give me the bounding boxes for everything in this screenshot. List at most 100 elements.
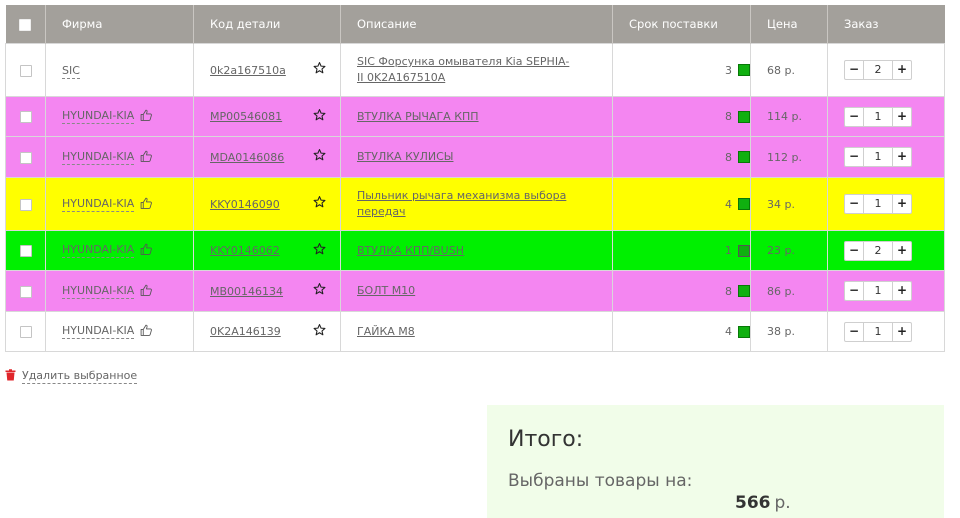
brand-link[interactable]: HYUNDAI-KIA: [62, 243, 135, 258]
total-title: Итого:: [508, 427, 584, 452]
row-checkbox[interactable]: [19, 64, 32, 77]
increment-button[interactable]: +: [893, 323, 911, 341]
delete-selected-label[interactable]: Удалить выбранное: [22, 369, 138, 384]
trash-icon: [5, 369, 16, 384]
thumbs-up-icon[interactable]: [140, 324, 153, 339]
table-row: HYUNDAI-KIA KKY0146062 ВТУЛКА КПП/BUSH 1…: [5, 230, 945, 271]
row-checkbox[interactable]: [19, 198, 32, 211]
star-icon[interactable]: [313, 148, 326, 164]
decrement-button[interactable]: −: [845, 148, 863, 166]
quantity-input[interactable]: 1: [863, 195, 893, 213]
description-link[interactable]: ВТУЛКА РЫЧАГА КПП: [357, 109, 479, 125]
increment-button[interactable]: +: [893, 242, 911, 260]
table-header-row: Фирма Код детали Описание Срок поставки …: [5, 5, 945, 44]
star-icon[interactable]: [313, 108, 326, 124]
star-icon[interactable]: [313, 195, 326, 211]
row-checkbox[interactable]: [19, 151, 32, 164]
delivery-term: 8: [725, 110, 732, 124]
row-checkbox[interactable]: [19, 285, 32, 298]
brand-link[interactable]: SIC: [62, 63, 80, 79]
delete-selected-button[interactable]: Удалить выбранное: [5, 369, 138, 384]
decrement-button[interactable]: −: [845, 282, 863, 300]
description-link[interactable]: ГАЙКА М8: [357, 324, 415, 340]
brand-link[interactable]: HYUNDAI-KIA: [62, 324, 135, 339]
header-description: Описание: [340, 5, 613, 44]
decrement-button[interactable]: −: [845, 242, 863, 260]
row-checkbox[interactable]: [19, 326, 32, 338]
part-code-link[interactable]: 0K2A146139: [210, 325, 281, 338]
cart-table: Фирма Код детали Описание Срок поставки …: [5, 5, 945, 352]
quantity-stepper: −2 +: [844, 60, 912, 80]
star-icon[interactable]: [313, 323, 326, 339]
description-link[interactable]: ВТУЛКА КУЛИСЫ: [357, 149, 453, 165]
increment-button[interactable]: +: [893, 108, 911, 126]
total-amount: 566 р.: [735, 493, 791, 513]
part-code-link[interactable]: KKY0146062: [210, 244, 280, 257]
table-row: HYUNDAI-KIA MP00546081 ВТУЛКА РЫЧАГА КПП…: [5, 96, 945, 137]
header-select-all[interactable]: [5, 5, 46, 44]
decrement-button[interactable]: −: [845, 323, 863, 341]
part-code-link[interactable]: MP00546081: [210, 110, 282, 123]
increment-button[interactable]: +: [893, 282, 911, 300]
description-link[interactable]: SIC Форсунка омывателя Kia SEPHIA-II 0K2…: [357, 54, 572, 86]
table-row: HYUNDAI-KIA MDA0146086 ВТУЛКА КУЛИСЫ 8 1…: [5, 136, 945, 178]
part-code-link[interactable]: MB00146134: [210, 285, 283, 298]
delivery-term: 4: [725, 325, 732, 339]
brand-link[interactable]: HYUNDAI-KIA: [62, 109, 135, 124]
row-checkbox[interactable]: [19, 245, 32, 257]
delivery-term: 8: [725, 284, 732, 298]
select-all-checkbox[interactable]: [19, 18, 32, 31]
availability-indicator: [738, 285, 750, 298]
total-currency: р.: [774, 493, 791, 513]
increment-button[interactable]: +: [893, 195, 911, 213]
description-link[interactable]: БОЛТ М10: [357, 283, 415, 299]
thumbs-up-icon[interactable]: [140, 197, 153, 212]
quantity-input[interactable]: 2: [863, 61, 893, 79]
total-subtitle: Выбраны товары на:: [508, 471, 693, 491]
description-link[interactable]: Пыльник рычага механизма выбора передач: [357, 188, 572, 220]
thumbs-up-icon[interactable]: [140, 150, 153, 165]
header-term: Срок поставки: [612, 5, 751, 44]
availability-indicator: [738, 198, 750, 211]
header-price: Цена: [750, 5, 828, 44]
brand-link[interactable]: HYUNDAI-KIA: [62, 283, 135, 299]
delivery-term: 3: [725, 63, 732, 77]
price: 34 р.: [767, 197, 795, 211]
part-code-link[interactable]: 0k2a167510a: [210, 64, 286, 77]
quantity-input[interactable]: 1: [863, 282, 893, 300]
part-code-link[interactable]: KKY0146090: [210, 198, 280, 211]
quantity-input[interactable]: 2: [863, 241, 893, 260]
decrement-button[interactable]: −: [845, 195, 863, 213]
quantity-input[interactable]: 1: [863, 322, 893, 341]
description-link[interactable]: ВТУЛКА КПП/BUSH: [357, 243, 464, 259]
price: 38 р.: [767, 325, 795, 338]
star-icon[interactable]: [313, 61, 326, 77]
star-icon[interactable]: [313, 242, 326, 258]
quantity-input[interactable]: 1: [863, 107, 893, 126]
availability-indicator: [738, 244, 750, 257]
thumbs-up-icon[interactable]: [140, 109, 153, 124]
quantity-stepper: −1 +: [844, 106, 912, 127]
brand-link[interactable]: HYUNDAI-KIA: [62, 196, 135, 212]
price: 68 р.: [767, 63, 795, 77]
quantity-stepper: −1 +: [844, 194, 912, 214]
increment-button[interactable]: +: [893, 148, 911, 166]
decrement-button[interactable]: −: [845, 61, 863, 79]
thumbs-up-icon[interactable]: [140, 243, 153, 258]
thumbs-up-icon[interactable]: [140, 284, 153, 299]
delivery-term: 4: [725, 197, 732, 211]
part-code-link[interactable]: MDA0146086: [210, 151, 284, 164]
star-icon[interactable]: [313, 282, 326, 298]
delivery-term: 1: [725, 244, 732, 258]
price: 23 р.: [767, 244, 795, 257]
increment-button[interactable]: +: [893, 61, 911, 79]
header-order: Заказ: [827, 5, 945, 44]
quantity-stepper: −2 +: [844, 240, 912, 261]
quantity-input[interactable]: 1: [863, 148, 893, 166]
brand-link[interactable]: HYUNDAI-KIA: [62, 149, 135, 165]
availability-indicator: [738, 110, 750, 123]
price: 112 р.: [767, 150, 802, 164]
row-checkbox[interactable]: [19, 111, 32, 123]
decrement-button[interactable]: −: [845, 108, 863, 126]
table-row: SIC 0k2a167510a SIC Форсунка омывателя K…: [5, 43, 945, 97]
